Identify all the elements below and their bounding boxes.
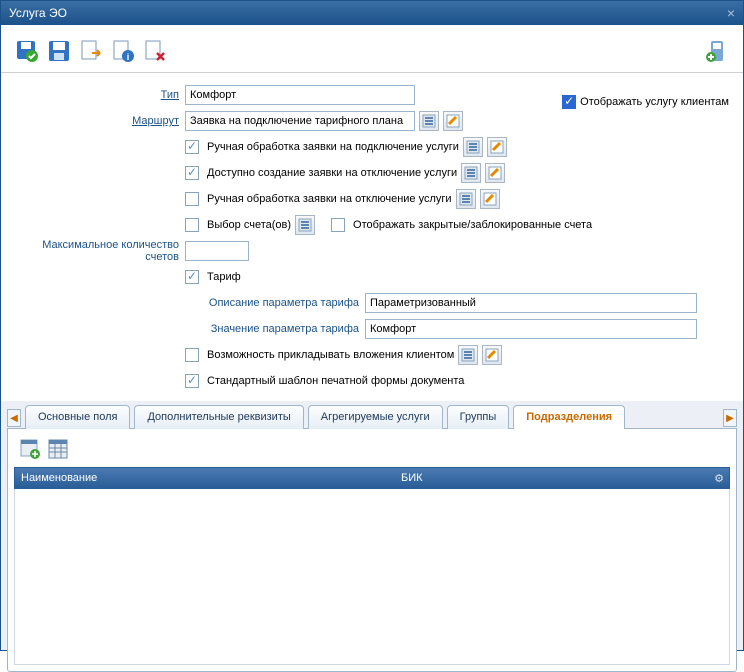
route-edit-button[interactable] [443,111,463,131]
select-accounts-pick[interactable] [295,215,315,235]
tab-main-fields[interactable]: Основные поля [25,405,130,429]
max-accounts-label: Максимальное количество счетов [7,239,185,263]
manual-connect-check[interactable] [185,140,199,154]
manual-disconnect-edit[interactable] [480,189,500,209]
route-input[interactable] [185,111,415,131]
show-closed-check[interactable] [331,218,345,232]
tab-panel: Наименование БИК ⚙ [7,428,737,672]
save-button[interactable] [47,39,71,63]
refresh-info-button[interactable]: i [111,39,135,63]
type-label: Тип [7,89,185,101]
grid-settings-icon[interactable]: ⚙ [709,472,729,485]
tariff-val-label: Значение параметра тарифа [7,323,365,335]
std-template-check[interactable] [185,374,199,388]
window-title: Услуга ЭО [9,6,67,20]
grid-view-button[interactable] [48,439,68,459]
add-right-button[interactable] [705,39,729,63]
tabs: ◀ Основные поля Дополнительные реквизиты… [7,405,737,672]
select-accounts-label: Выбор счета(ов) [207,219,291,231]
attachments-check[interactable] [185,348,199,362]
tab-divisions[interactable]: Подразделения [513,405,625,429]
attachments-pick[interactable] [458,345,478,365]
grid-col-bik[interactable]: БИК [395,472,709,484]
tabs-scroll-left[interactable]: ◀ [7,409,21,427]
route-label: Маршрут [7,115,185,127]
allow-disconnect-label: Доступно создание заявки на отключение у… [207,167,457,179]
allow-disconnect-check[interactable] [185,166,199,180]
grid-add-button[interactable] [20,439,40,459]
manual-connect-label: Ручная обработка заявки на подключение у… [207,141,459,153]
show-to-clients-check[interactable]: Отображать услугу клиентам [562,95,729,109]
show-closed-label: Отображать закрытые/заблокированные счет… [353,219,592,231]
show-to-clients-label: Отображать услугу клиентам [580,96,729,108]
allow-disconnect-edit[interactable] [485,163,505,183]
manual-connect-edit[interactable] [487,137,507,157]
manual-disconnect-label: Ручная обработка заявки на отключение ус… [207,193,452,205]
tab-aggregated[interactable]: Агрегируемые услуги [308,405,443,429]
tariff-label: Тариф [207,271,241,283]
attachments-label: Возможность прикладывать вложения клиент… [207,349,454,361]
checkbox-icon [562,95,576,109]
toolbar: i [1,25,743,73]
select-accounts-check[interactable] [185,218,199,232]
grid-header: Наименование БИК ⚙ [14,467,730,489]
form-area: Тип Маршрут Ручная обработка заявки на п… [1,73,743,401]
route-pick-button[interactable] [419,111,439,131]
tariff-desc-label: Описание параметра тарифа [7,297,365,309]
manual-disconnect-check[interactable] [185,192,199,206]
tab-extra-props[interactable]: Дополнительные реквизиты [134,405,303,429]
save-ok-button[interactable] [15,39,39,63]
manual-disconnect-pick[interactable] [456,189,476,209]
close-icon[interactable]: × [727,5,735,21]
type-input[interactable] [185,85,415,105]
grid-body [14,489,730,665]
export-button[interactable] [79,39,103,63]
delete-button[interactable] [143,39,167,63]
std-template-label: Стандартный шаблон печатной формы докуме… [207,375,464,387]
tab-groups[interactable]: Группы [447,405,510,429]
svg-text:i: i [127,52,130,62]
attachments-edit[interactable] [482,345,502,365]
max-accounts-input[interactable] [185,241,249,261]
allow-disconnect-pick[interactable] [461,163,481,183]
titlebar: Услуга ЭО × [1,1,743,25]
tariff-desc-input[interactable] [365,293,697,313]
tabs-scroll-right[interactable]: ▶ [723,409,737,427]
tariff-check[interactable] [185,270,199,284]
tariff-val-input[interactable] [365,319,697,339]
grid-col-name[interactable]: Наименование [15,472,395,484]
manual-connect-pick[interactable] [463,137,483,157]
